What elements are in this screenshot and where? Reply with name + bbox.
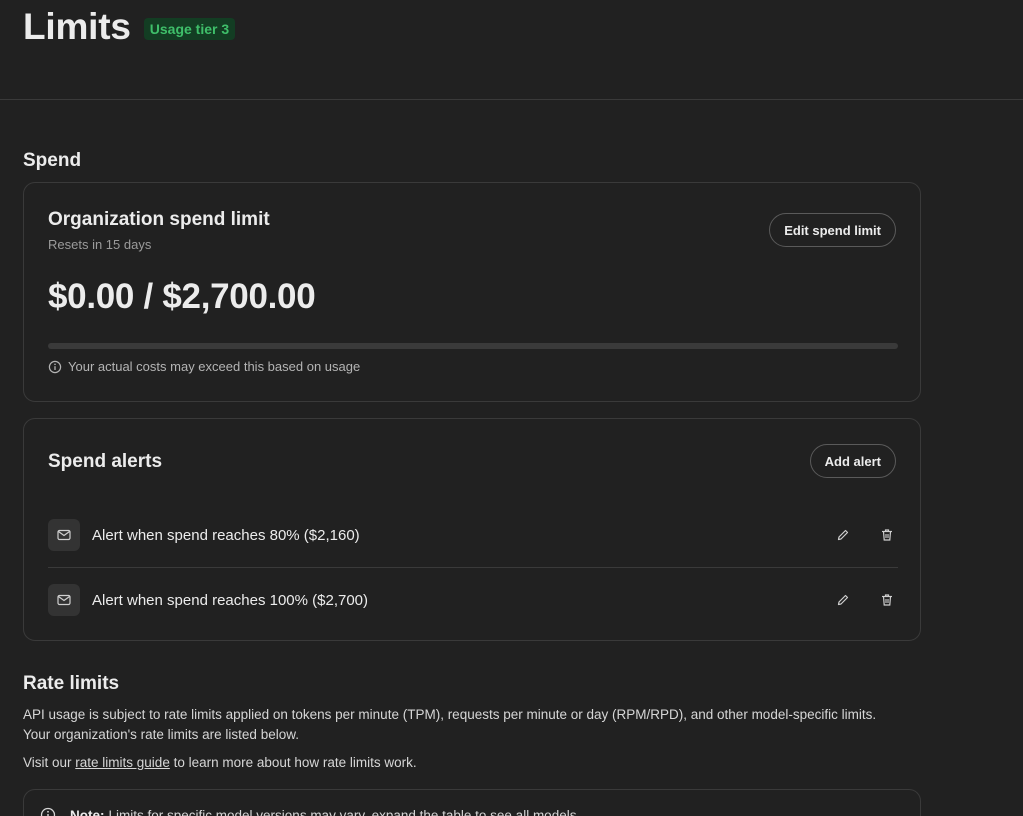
delete-alert-trash-icon[interactable] (876, 589, 898, 611)
header-divider (0, 99, 1023, 100)
spend-section-title: Spend (23, 150, 82, 171)
edit-spend-limit-button[interactable]: Edit spend limit (769, 213, 896, 247)
alert-row: Alert when spend reaches 80% ($2,160) (48, 503, 898, 568)
alert-row: Alert when spend reaches 100% ($2,700) (48, 568, 898, 632)
note-text: Limits for specific model versions may v… (108, 807, 581, 816)
rate-limits-description-line1: API usage is subject to rate limits appl… (23, 707, 877, 722)
spend-note-text: Your actual costs may exceed this based … (68, 359, 361, 374)
edit-alert-pencil-icon[interactable] (832, 589, 854, 611)
usage-tier-badge: Usage tier 3 (143, 18, 236, 40)
rate-limits-section-title: Rate limits (23, 673, 120, 694)
limits-page: Limits Usage tier 3 Spend Organization s… (0, 0, 1023, 816)
spend-limit-card: Organization spend limit Resets in 15 da… (23, 182, 921, 402)
add-alert-button[interactable]: Add alert (809, 444, 896, 478)
info-icon (48, 360, 62, 374)
spend-note: Your actual costs may exceed this based … (48, 359, 360, 374)
page-header: Limits Usage tier 3 (23, 6, 236, 48)
spend-amount: $0.00 / $2,700.00 (48, 277, 316, 316)
delete-alert-trash-icon[interactable] (876, 524, 898, 546)
info-icon (40, 807, 56, 816)
spend-alerts-card: Spend alerts Add alert Alert when spend … (23, 418, 921, 641)
visit-suffix: to learn more about how rate limits work… (169, 755, 417, 770)
visit-prefix: Visit our (23, 755, 76, 770)
rate-limits-description-line2: Your organization's rate limits are list… (23, 727, 299, 742)
note-label: Note: (70, 807, 105, 816)
rate-limits-note: Note: Limits for specific model versions… (40, 807, 580, 816)
mail-icon (48, 584, 80, 616)
alert-text: Alert when spend reaches 100% ($2,700) (92, 591, 369, 609)
rate-limits-guide-link[interactable]: rate limits guide (75, 755, 170, 770)
spend-progress-bar (48, 343, 898, 349)
rate-limits-note-card: Note: Limits for specific model versions… (23, 789, 921, 816)
page-title: Limits (23, 6, 131, 47)
edit-alert-pencil-icon[interactable] (832, 524, 854, 546)
spend-limit-title: Organization spend limit (48, 209, 270, 230)
mail-icon (48, 519, 80, 551)
spend-limit-reset-text: Resets in 15 days (48, 237, 152, 252)
spend-alerts-title: Spend alerts (48, 451, 163, 472)
rate-limits-visit-line: Visit our rate limits guide to learn mor… (23, 753, 923, 773)
alert-text: Alert when spend reaches 80% ($2,160) (92, 526, 360, 544)
rate-limits-description: API usage is subject to rate limits appl… (23, 705, 923, 745)
